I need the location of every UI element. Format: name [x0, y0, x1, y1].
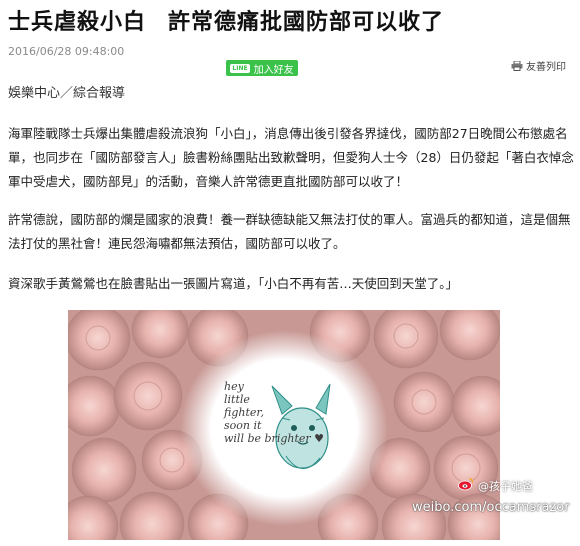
line-logo-icon: LINE [230, 63, 250, 73]
weibo-logo-icon [458, 477, 474, 491]
line-add-friend-button[interactable]: LINE 加入好友 [226, 60, 298, 76]
hand-line-4: soon it [224, 419, 262, 432]
weibo-watermark: weibo.com/occamsrazor [412, 500, 570, 515]
printer-icon [511, 60, 523, 71]
hand-line-3: fighter, [224, 406, 264, 419]
article-source: 娛樂中心／綜合報導 [8, 86, 126, 101]
line-button-label: 加入好友 [253, 64, 294, 76]
handwritten-message: hey little fighter, soon it will be brig… [224, 380, 324, 445]
article-paragraph-1: 海軍陸戰隊士兵爆出集體虐殺流浪狗「小白」，消息傳出後引發各界撻伐，國防部27日晚… [8, 126, 574, 189]
print-label: 友善列印 [526, 62, 566, 73]
hand-line-2: little [224, 393, 250, 406]
article-paragraph-2: 許常德說，國防部的爛是國家的浪費！養一群缺德缺能又無法打仗的軍人。富過兵的都知道… [8, 212, 571, 251]
article-headline: 士兵虐殺小白 許常德痛批國防部可以收了 [8, 4, 572, 36]
publish-timestamp: 2016/06/28 09:48:00 [8, 45, 125, 58]
hand-line-1: hey [224, 380, 244, 393]
headline-part-2: 許常德痛批國防部可以收了 [168, 10, 445, 35]
headline-part-1: 士兵虐殺小白 [8, 10, 147, 35]
hand-line-5: will be brighter ♥ [224, 432, 325, 445]
article-paragraph-3: 資深歌手黃鶯鶯也在臉書貼出一張圖片寫道，「小白不再有苦…天使回到天堂了。」 [8, 276, 459, 291]
print-link[interactable]: 友善列印 [511, 58, 566, 73]
weibo-handle: @孩子她爸 [478, 480, 533, 493]
article-meta: 2016/06/28 09:48:00 LINE 加入好友 友善列印 [8, 44, 572, 76]
